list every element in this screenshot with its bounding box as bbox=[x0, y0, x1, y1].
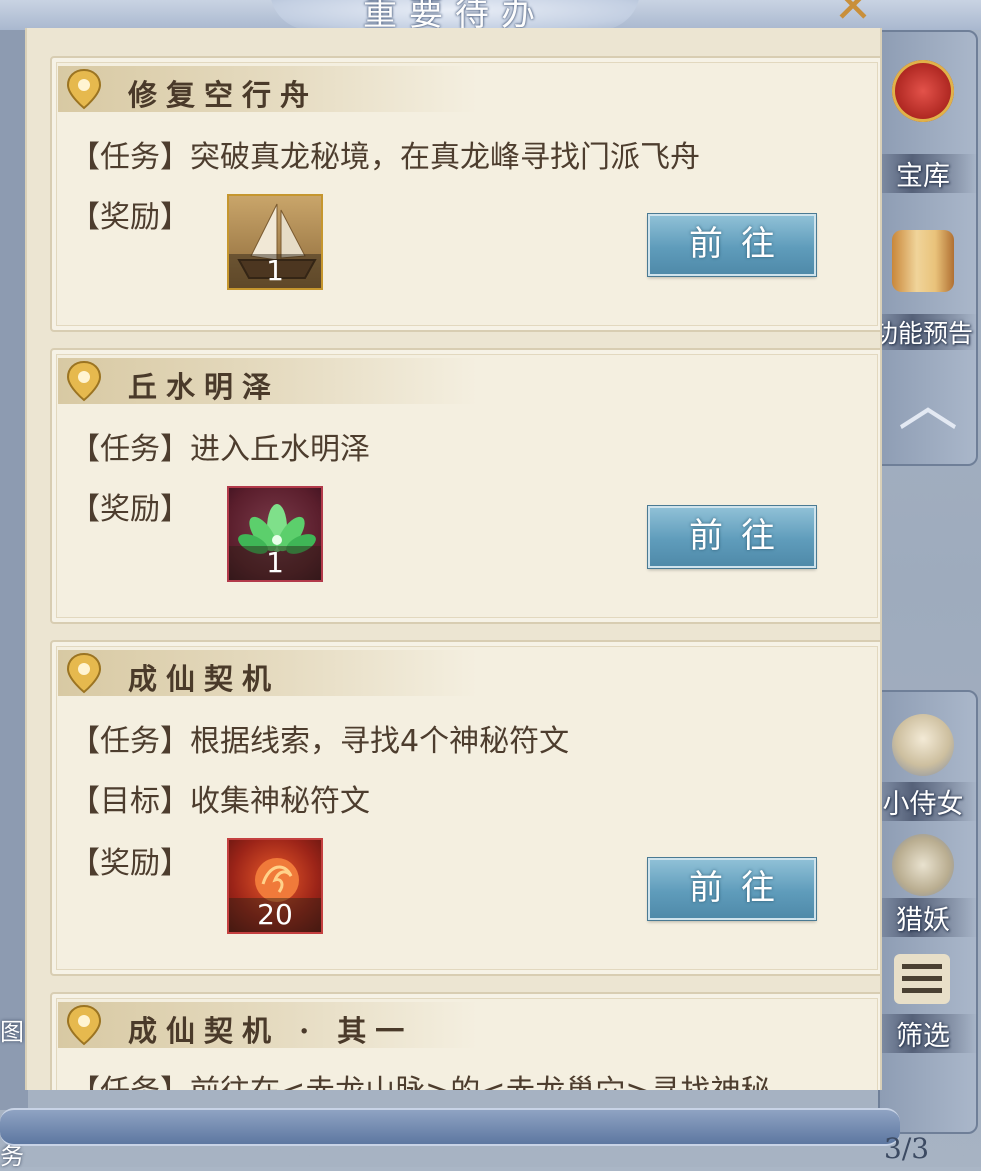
reward-label: 【奖励】 bbox=[70, 846, 190, 881]
left-side-panel bbox=[0, 30, 28, 1110]
task-line: 【任务】进入丘水明泽 bbox=[70, 424, 370, 468]
reward-item[interactable]: 20 bbox=[227, 838, 323, 934]
right-side-menu: 宝库 功能预告 ︿ 小侍女 猎妖 筛选 bbox=[868, 30, 981, 1167]
task-card-header: 丘水明泽 bbox=[58, 358, 478, 404]
task-card-header: 修复空行舟 bbox=[58, 66, 478, 112]
todo-panel: 修复空行舟 【任务】突破真龙秘境，在真龙峰寻找门派飞舟 【奖励】 1 前往 丘水… bbox=[25, 28, 882, 1090]
scroll-icon bbox=[892, 230, 954, 292]
task-description: 根据线索，寻找4个神秘符文 bbox=[190, 724, 570, 759]
bottom-frame-bar bbox=[0, 1108, 900, 1146]
reward-line: 【奖励】 bbox=[70, 484, 190, 528]
maid-portrait-icon bbox=[892, 714, 954, 776]
reward-line: 【奖励】 bbox=[70, 838, 190, 882]
reward-label: 【奖励】 bbox=[70, 492, 190, 527]
side-menu-demon-hunt-label: 猎妖 bbox=[868, 898, 978, 937]
go-button[interactable]: 前往 bbox=[648, 858, 816, 920]
side-menu-filter[interactable]: 筛选 bbox=[868, 948, 981, 1058]
location-pin-icon bbox=[66, 360, 102, 402]
dragon-icon bbox=[892, 834, 954, 896]
filter-icon bbox=[894, 954, 950, 1004]
reward-item[interactable]: 1 bbox=[227, 194, 323, 290]
location-pin-icon bbox=[66, 68, 102, 110]
task-description: 进入丘水明泽 bbox=[190, 432, 370, 467]
task-card-2: 丘水明泽 【任务】进入丘水明泽 【奖励】 1 前往 bbox=[50, 348, 880, 624]
treasure-chest-icon bbox=[892, 60, 954, 122]
task-card-4: 成仙契机 · 其一 【任务】前往在<赤龙山脉>的<赤龙巢穴>寻找神秘 bbox=[50, 992, 880, 1090]
side-menu-feature-preview-label: 功能预告 bbox=[868, 314, 978, 350]
reward-line: 【奖励】 bbox=[70, 192, 190, 236]
task-line: 【任务】根据线索，寻找4个神秘符文 bbox=[70, 716, 569, 760]
side-menu-treasury-label: 宝库 bbox=[868, 154, 978, 193]
side-menu-maid-label: 小侍女 bbox=[868, 782, 978, 821]
side-menu-maid[interactable]: 小侍女 bbox=[868, 706, 981, 826]
side-menu-treasury[interactable]: 宝库 bbox=[868, 50, 981, 193]
task-card-header: 成仙契机 · 其一 bbox=[58, 1002, 478, 1048]
reward-quantity: 1 bbox=[229, 254, 321, 288]
title-plate: 重要待办 bbox=[270, 0, 640, 34]
task-title: 丘水明泽 bbox=[128, 370, 281, 404]
target-line: 【目标】收集神秘符文 bbox=[70, 776, 370, 820]
task-description: 前往在<赤龙山脉>的<赤龙巢穴>寻找神秘 bbox=[190, 1074, 771, 1090]
reward-quantity: 20 bbox=[229, 898, 321, 932]
target-label: 【目标】 bbox=[70, 784, 190, 819]
task-line: 【任务】前往在<赤龙山脉>的<赤龙巢穴>寻找神秘 bbox=[70, 1066, 771, 1090]
task-line: 【任务】突破真龙秘境，在真龙峰寻找门派飞舟 bbox=[70, 132, 700, 176]
side-menu-filter-label: 筛选 bbox=[868, 1014, 978, 1053]
task-card-header: 成仙契机 bbox=[58, 650, 478, 696]
side-menu-demon-hunt[interactable]: 猎妖 bbox=[868, 830, 981, 940]
task-label: 【任务】 bbox=[70, 432, 190, 467]
go-button[interactable]: 前往 bbox=[648, 506, 816, 568]
close-icon[interactable]: ✕ bbox=[825, 0, 881, 29]
task-title: 修复空行舟 bbox=[128, 78, 319, 112]
task-title: 成仙契机 bbox=[128, 662, 281, 696]
task-label: 【任务】 bbox=[70, 1074, 190, 1090]
task-label: 【任务】 bbox=[70, 140, 190, 175]
location-pin-icon bbox=[66, 1004, 102, 1046]
location-pin-icon bbox=[66, 652, 102, 694]
task-title: 成仙契机 · 其一 bbox=[128, 1014, 414, 1048]
task-description: 突破真龙秘境，在真龙峰寻找门派飞舟 bbox=[190, 140, 700, 175]
reward-label: 【奖励】 bbox=[70, 200, 190, 235]
reward-item[interactable]: 1 bbox=[227, 486, 323, 582]
reward-quantity: 1 bbox=[229, 546, 321, 580]
go-button[interactable]: 前往 bbox=[648, 214, 816, 276]
chevron-up-icon[interactable]: ︿ bbox=[888, 375, 968, 435]
task-card-1: 修复空行舟 【任务】突破真龙秘境，在真龙峰寻找门派飞舟 【奖励】 1 前往 bbox=[50, 56, 880, 332]
left-side-label-top[interactable]: 图 bbox=[0, 1012, 26, 1047]
side-menu-feature-preview[interactable]: 功能预告 bbox=[868, 210, 981, 350]
target-description: 收集神秘符文 bbox=[190, 784, 370, 819]
task-card-3: 成仙契机 【任务】根据线索，寻找4个神秘符文 【目标】收集神秘符文 【奖励】 2… bbox=[50, 640, 880, 976]
page-indicator: 3/3 bbox=[884, 1132, 930, 1165]
task-label: 【任务】 bbox=[70, 724, 190, 759]
